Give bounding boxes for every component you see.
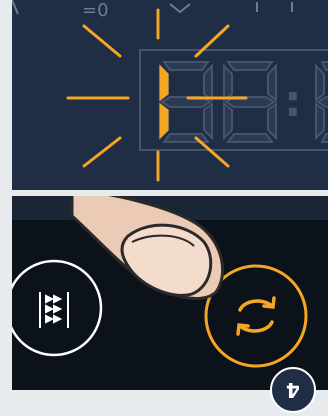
buttons-panel <box>12 196 328 390</box>
step-badge: 4 <box>270 367 316 413</box>
top-label: =0 <box>82 0 109 21</box>
step-number: 4 <box>286 378 300 402</box>
digit-2 <box>223 61 277 143</box>
digit-3 <box>315 61 328 143</box>
blink-rays <box>66 8 248 182</box>
top-symbol-icon <box>169 3 191 14</box>
display-illustration: =0: <box>12 0 328 182</box>
program-button[interactable] <box>12 259 103 357</box>
display-panel: =0: <box>12 0 328 190</box>
colon: : <box>284 76 302 127</box>
buttons-illustration <box>12 196 328 368</box>
top-tick <box>12 0 19 15</box>
